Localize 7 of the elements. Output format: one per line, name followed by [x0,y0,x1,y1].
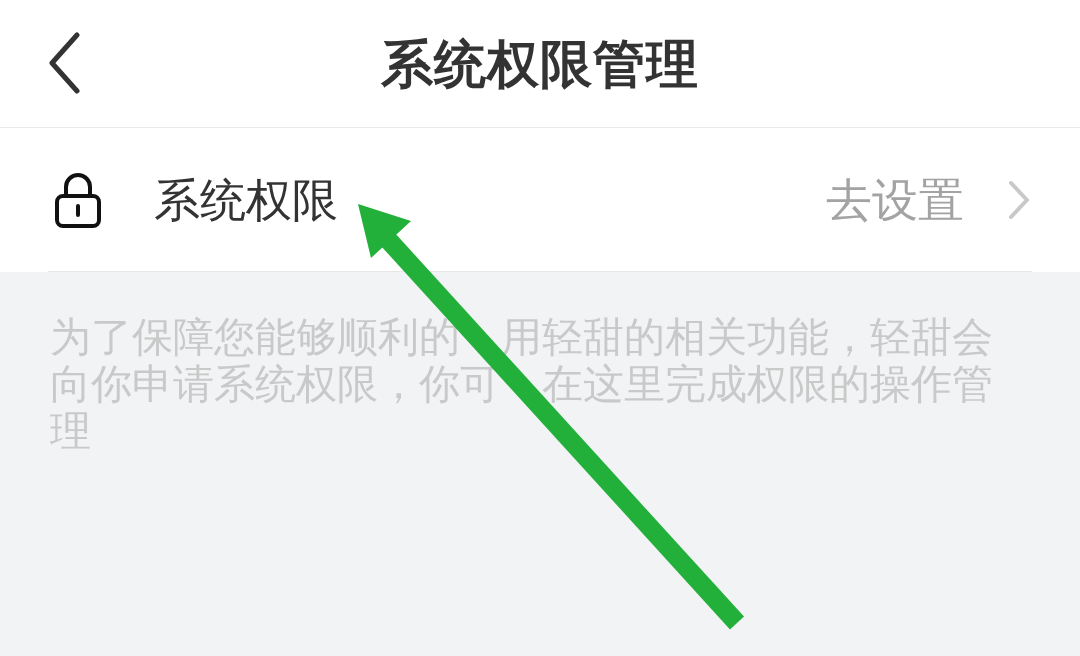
row-action-text: 去设置 [826,177,964,223]
lock-icon [54,172,102,228]
page-title: 系统权限管理 [381,37,699,90]
row-label: 系统权限 [154,177,338,223]
settings-row[interactable]: 系统权限 去设置 [0,128,1080,272]
back-icon [47,32,81,94]
chevron-right-icon [1008,180,1030,220]
